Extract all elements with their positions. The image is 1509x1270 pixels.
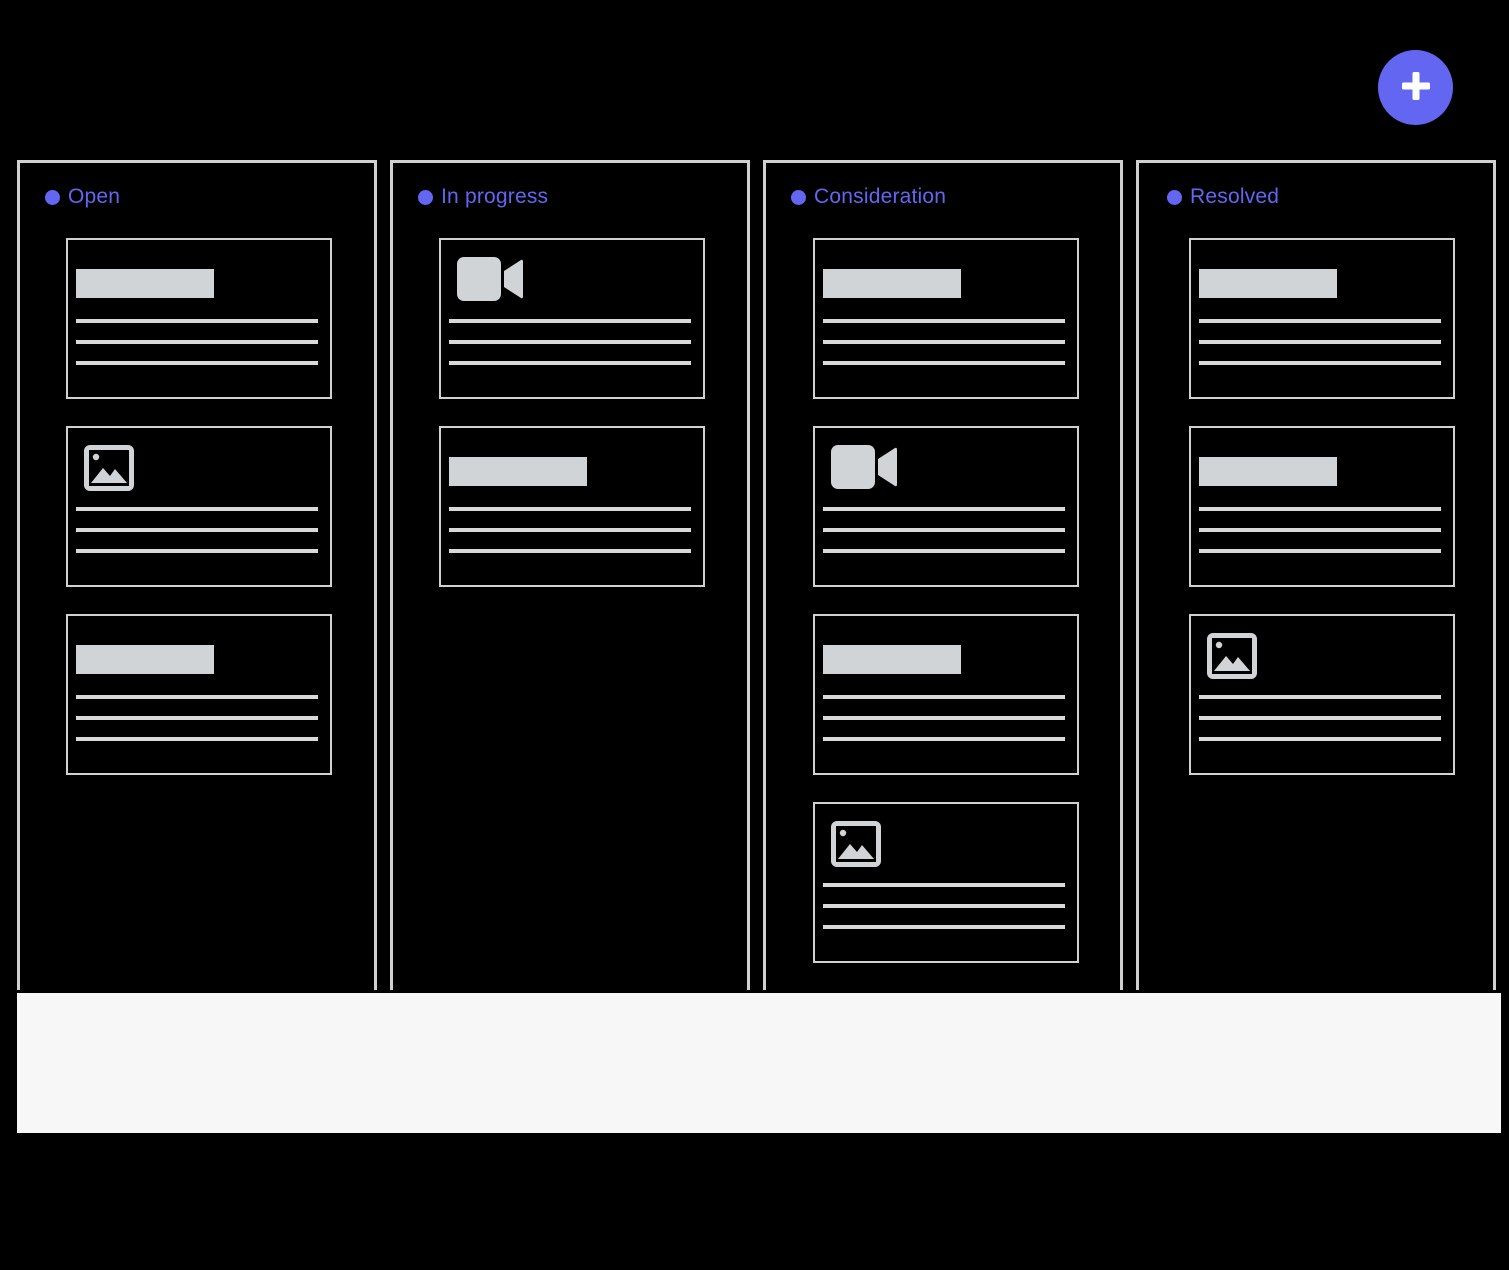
image-icon xyxy=(84,445,140,493)
card-text-line-placeholder xyxy=(1199,549,1441,553)
card-text-line-placeholder xyxy=(823,904,1065,908)
card-text-line-placeholder xyxy=(76,528,318,532)
card-text-line-placeholder xyxy=(1199,737,1441,741)
card-text-line-placeholder xyxy=(823,528,1065,532)
card-text-line-placeholder xyxy=(449,528,691,532)
kanban-card[interactable] xyxy=(1189,426,1455,587)
card-text-line-placeholder xyxy=(1199,340,1441,344)
column-title: In progress xyxy=(441,185,549,208)
card-text-line-placeholder xyxy=(449,549,691,553)
kanban-board: Open In progress Consideration Resolved xyxy=(17,160,1501,1133)
card-title-placeholder xyxy=(1199,269,1337,298)
card-text-line-placeholder xyxy=(823,319,1065,323)
kanban-card[interactable] xyxy=(813,802,1079,963)
card-text-line-placeholder xyxy=(823,549,1065,553)
card-title-placeholder xyxy=(76,269,214,298)
card-text-line-placeholder xyxy=(449,361,691,365)
card-text-line-placeholder xyxy=(823,507,1065,511)
board-footer-panel xyxy=(17,993,1501,1133)
card-text-line-placeholder xyxy=(1199,319,1441,323)
card-text-line-placeholder xyxy=(76,319,318,323)
kanban-card[interactable] xyxy=(66,426,332,587)
card-text-line-placeholder xyxy=(823,737,1065,741)
card-text-line-placeholder xyxy=(449,319,691,323)
card-text-line-placeholder xyxy=(823,716,1065,720)
status-dot xyxy=(791,189,806,205)
status-dot xyxy=(418,189,433,205)
video-icon xyxy=(831,445,897,493)
video-icon xyxy=(457,257,523,305)
column-title: Resolved xyxy=(1190,185,1280,208)
card-title-placeholder xyxy=(76,645,214,674)
column-header: In progress xyxy=(418,185,548,209)
column-consideration: Consideration xyxy=(763,160,1123,990)
add-card-button[interactable] xyxy=(1378,50,1453,125)
card-text-line-placeholder xyxy=(76,361,318,365)
column-in-progress: In progress xyxy=(390,160,750,990)
kanban-card[interactable] xyxy=(439,426,705,587)
image-icon xyxy=(1207,633,1263,681)
card-text-line-placeholder xyxy=(1199,361,1441,365)
card-title-placeholder xyxy=(823,269,961,298)
kanban-card[interactable] xyxy=(813,238,1079,399)
card-title-placeholder xyxy=(449,457,587,486)
kanban-card[interactable] xyxy=(813,426,1079,587)
column-header: Resolved xyxy=(1167,185,1279,209)
status-dot xyxy=(45,189,60,205)
card-text-line-placeholder xyxy=(823,361,1065,365)
column-header: Consideration xyxy=(791,185,946,209)
column-resolved: Resolved xyxy=(1136,160,1496,990)
status-dot xyxy=(1167,189,1182,205)
kanban-card[interactable] xyxy=(813,614,1079,775)
column-header: Open xyxy=(45,185,120,209)
card-text-line-placeholder xyxy=(1199,528,1441,532)
card-text-line-placeholder xyxy=(76,507,318,511)
card-text-line-placeholder xyxy=(1199,716,1441,720)
card-text-line-placeholder xyxy=(76,716,318,720)
card-text-line-placeholder xyxy=(823,340,1065,344)
card-title-placeholder xyxy=(1199,457,1337,486)
column-title: Consideration xyxy=(814,185,947,208)
kanban-card[interactable] xyxy=(439,238,705,399)
kanban-card[interactable] xyxy=(66,238,332,399)
card-text-line-placeholder xyxy=(1199,695,1441,699)
card-text-line-placeholder xyxy=(449,340,691,344)
kanban-card[interactable] xyxy=(1189,238,1455,399)
card-title-placeholder xyxy=(823,645,961,674)
card-text-line-placeholder xyxy=(823,883,1065,887)
kanban-card[interactable] xyxy=(66,614,332,775)
kanban-card[interactable] xyxy=(1189,614,1455,775)
card-text-line-placeholder xyxy=(449,507,691,511)
image-icon xyxy=(831,821,887,869)
kanban-page: Open In progress Consideration Resolved xyxy=(0,0,1509,1270)
card-text-line-placeholder xyxy=(823,695,1065,699)
card-text-line-placeholder xyxy=(823,925,1065,929)
card-text-line-placeholder xyxy=(76,340,318,344)
plus-icon xyxy=(1400,70,1432,105)
card-text-line-placeholder xyxy=(76,737,318,741)
column-title: Open xyxy=(68,185,121,208)
column-open: Open xyxy=(17,160,377,990)
card-text-line-placeholder xyxy=(76,549,318,553)
card-text-line-placeholder xyxy=(1199,507,1441,511)
card-text-line-placeholder xyxy=(76,695,318,699)
